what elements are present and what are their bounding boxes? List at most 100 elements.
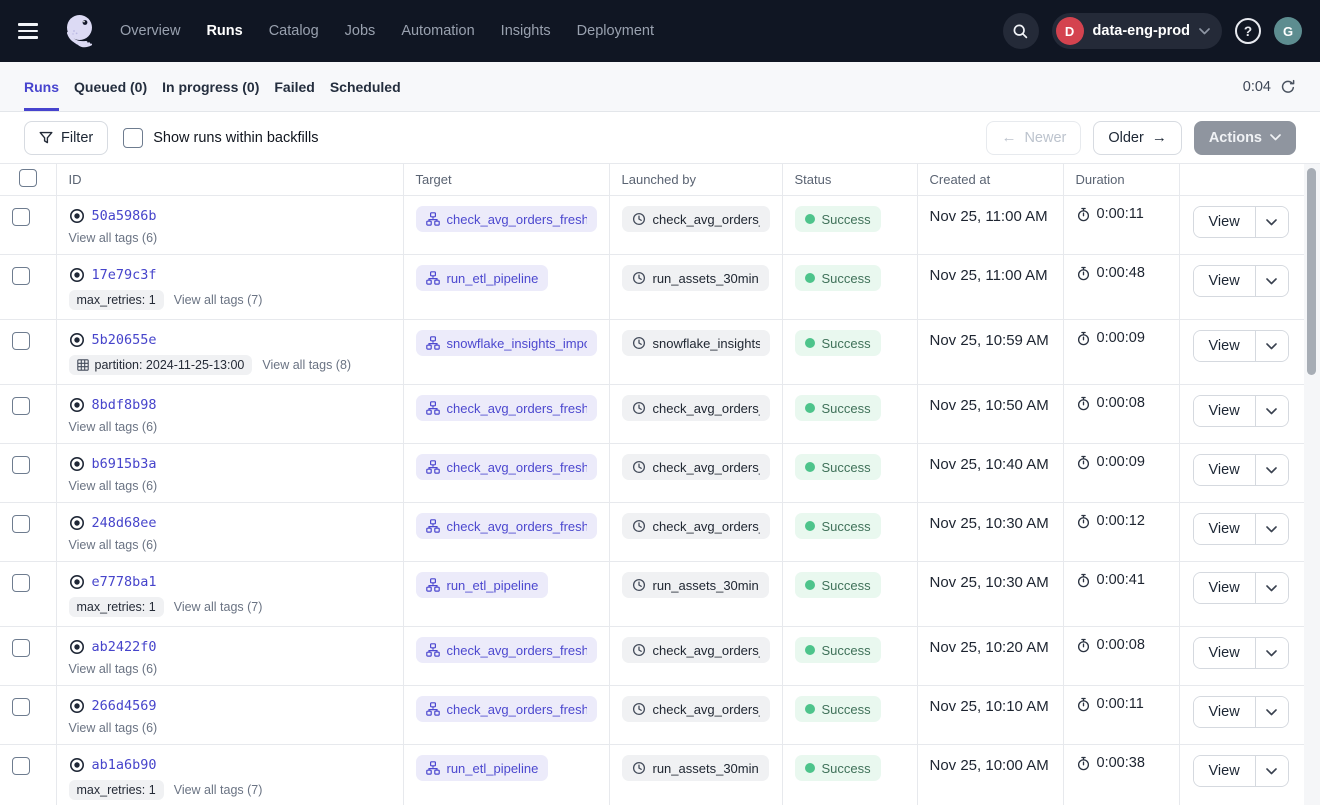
launched-by-pill[interactable]: check_avg_orders_f… [622, 637, 770, 663]
launched-by-pill[interactable]: check_avg_orders_f… [622, 513, 770, 539]
view-all-tags-link[interactable]: View all tags (6) [69, 420, 158, 434]
avatar[interactable]: G [1274, 17, 1302, 45]
target-pill[interactable]: check_avg_orders_freshne [416, 395, 597, 421]
refresh-icon[interactable] [1280, 79, 1296, 95]
launched-by-pill[interactable]: run_assets_30min [622, 572, 769, 598]
nav-item-jobs[interactable]: Jobs [345, 23, 376, 39]
view-dropdown-button[interactable] [1256, 455, 1288, 485]
deployment-switcher[interactable]: D data-eng-prod [1052, 13, 1222, 49]
view-dropdown-button[interactable] [1256, 207, 1288, 237]
run-id-link[interactable]: ab1a6b90 [92, 757, 157, 773]
newer-button[interactable]: ← Newer [986, 121, 1081, 155]
view-all-tags-link[interactable]: View all tags (6) [69, 662, 158, 676]
run-id-link[interactable]: 248d68ee [92, 515, 157, 531]
launched-by-pill[interactable]: check_avg_orders_f… [622, 395, 770, 421]
view-dropdown-button[interactable] [1256, 266, 1288, 296]
row-checkbox[interactable] [12, 397, 30, 415]
view-button[interactable]: View [1194, 266, 1256, 296]
scrollbar-track[interactable] [1304, 164, 1320, 805]
target-pill[interactable]: run_etl_pipeline [416, 265, 549, 291]
run-id-link[interactable]: 266d4569 [92, 698, 157, 714]
view-all-tags-link[interactable]: View all tags (6) [69, 479, 158, 493]
run-tag-pill[interactable]: max_retries: 1 [69, 597, 164, 617]
row-checkbox[interactable] [12, 639, 30, 657]
launched-by-pill[interactable]: check_avg_orders_f… [622, 696, 770, 722]
view-button[interactable]: View [1194, 514, 1256, 544]
row-checkbox[interactable] [12, 574, 30, 592]
nav-item-runs[interactable]: Runs [206, 23, 242, 39]
row-checkbox[interactable] [12, 267, 30, 285]
view-all-tags-link[interactable]: View all tags (6) [69, 231, 158, 245]
nav-item-deployment[interactable]: Deployment [577, 23, 654, 39]
help-icon[interactable]: ? [1235, 18, 1261, 44]
view-all-tags-link[interactable]: View all tags (8) [262, 358, 351, 372]
run-id-link[interactable]: 5b20655e [92, 332, 157, 348]
nav-item-insights[interactable]: Insights [501, 23, 551, 39]
view-dropdown-button[interactable] [1256, 697, 1288, 727]
target-pill[interactable]: check_avg_orders_freshne [416, 206, 597, 232]
run-id-link[interactable]: 17e79c3f [92, 267, 157, 283]
run-tag-pill[interactable]: max_retries: 1 [69, 290, 164, 310]
view-all-tags-link[interactable]: View all tags (6) [69, 538, 158, 552]
target-pill[interactable]: snowflake_insights_import [416, 330, 597, 356]
view-button[interactable]: View [1194, 207, 1256, 237]
target-pill[interactable]: check_avg_orders_freshne [416, 454, 597, 480]
launched-by-pill[interactable]: snowflake_insights_… [622, 330, 770, 356]
row-checkbox[interactable] [12, 456, 30, 474]
launched-by-pill[interactable]: run_assets_30min [622, 265, 769, 291]
run-id-link[interactable]: 50a5986b [92, 208, 157, 224]
row-checkbox[interactable] [12, 515, 30, 533]
dagster-logo-icon[interactable] [62, 13, 98, 49]
run-id-link[interactable]: e7778ba1 [92, 574, 157, 590]
tab-in-progress-0[interactable]: In progress (0) [162, 62, 259, 111]
launched-by-pill[interactable]: check_avg_orders_f… [622, 454, 770, 480]
scrollbar-thumb[interactable] [1307, 168, 1316, 375]
run-tag-pill[interactable]: max_retries: 1 [69, 780, 164, 800]
view-button[interactable]: View [1194, 697, 1256, 727]
view-button[interactable]: View [1194, 756, 1256, 786]
view-button[interactable]: View [1194, 455, 1256, 485]
run-tag-pill[interactable]: partition: 2024-11-25-13:00 [69, 355, 253, 375]
row-checkbox[interactable] [12, 757, 30, 775]
launched-by-pill[interactable]: check_avg_orders_f… [622, 206, 770, 232]
nav-item-overview[interactable]: Overview [120, 23, 180, 39]
target-pill[interactable]: run_etl_pipeline [416, 572, 549, 598]
view-all-tags-link[interactable]: View all tags (6) [69, 721, 158, 735]
view-all-tags-link[interactable]: View all tags (7) [174, 600, 263, 614]
target-pill[interactable]: check_avg_orders_freshne [416, 513, 597, 539]
older-button[interactable]: Older → [1093, 121, 1181, 155]
view-dropdown-button[interactable] [1256, 396, 1288, 426]
run-id-link[interactable]: ab2422f0 [92, 639, 157, 655]
actions-button[interactable]: Actions [1194, 121, 1296, 155]
row-checkbox[interactable] [12, 698, 30, 716]
view-dropdown-button[interactable] [1256, 331, 1288, 361]
run-id-link[interactable]: b6915b3a [92, 456, 157, 472]
view-button[interactable]: View [1194, 573, 1256, 603]
target-pill[interactable]: check_avg_orders_freshne [416, 637, 597, 663]
target-pill[interactable]: check_avg_orders_freshne [416, 696, 597, 722]
view-dropdown-button[interactable] [1256, 638, 1288, 668]
row-checkbox[interactable] [12, 208, 30, 226]
tab-runs[interactable]: Runs [24, 62, 59, 111]
target-pill[interactable]: run_etl_pipeline [416, 755, 549, 781]
view-dropdown-button[interactable] [1256, 514, 1288, 544]
backfills-checkbox[interactable] [123, 128, 143, 148]
view-dropdown-button[interactable] [1256, 756, 1288, 786]
view-all-tags-link[interactable]: View all tags (7) [174, 783, 263, 797]
nav-item-catalog[interactable]: Catalog [269, 23, 319, 39]
view-all-tags-link[interactable]: View all tags (7) [174, 293, 263, 307]
launched-by-pill[interactable]: run_assets_30min [622, 755, 769, 781]
search-button[interactable] [1003, 13, 1039, 49]
view-button[interactable]: View [1194, 638, 1256, 668]
view-button[interactable]: View [1194, 396, 1256, 426]
row-checkbox[interactable] [12, 332, 30, 350]
run-id-link[interactable]: 8bdf8b98 [92, 397, 157, 413]
select-all-checkbox[interactable] [19, 169, 37, 187]
tab-queued-0[interactable]: Queued (0) [74, 62, 147, 111]
view-button[interactable]: View [1194, 331, 1256, 361]
nav-item-automation[interactable]: Automation [401, 23, 474, 39]
tab-scheduled[interactable]: Scheduled [330, 62, 401, 111]
tab-failed[interactable]: Failed [274, 62, 314, 111]
hamburger-menu-icon[interactable] [18, 16, 48, 46]
view-dropdown-button[interactable] [1256, 573, 1288, 603]
